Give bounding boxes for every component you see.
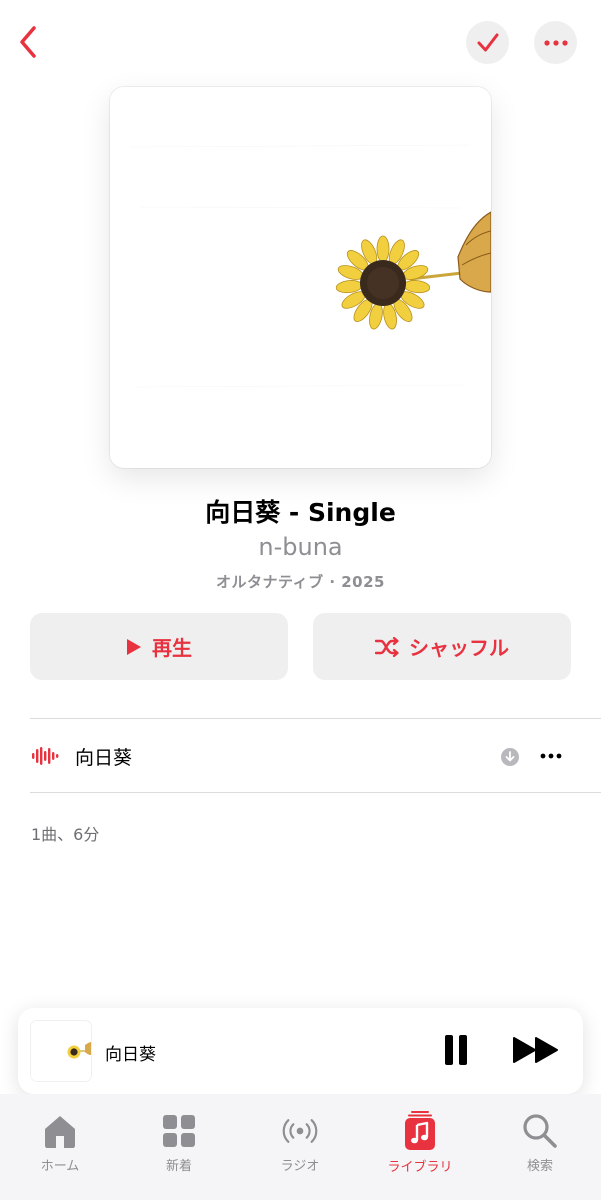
mini-player-artwork [31, 1021, 91, 1081]
album-meta: オルタナティブ · 2025 [216, 573, 385, 591]
tab-new[interactable]: 新着 [124, 1112, 234, 1174]
tab-library[interactable]: ライブラリ [365, 1111, 475, 1175]
sunflower-artwork-image [110, 87, 491, 468]
shuffle-button[interactable]: シャッフル [313, 613, 571, 680]
track-summary: 1曲、6分 [31, 825, 100, 844]
tab-search[interactable]: 検索 [485, 1112, 595, 1174]
sunflower-artwork-thumbnail [31, 1021, 91, 1081]
grid-icon [163, 1114, 195, 1147]
shuffle-icon [375, 636, 399, 657]
artist-name[interactable]: n-buna [0, 533, 601, 561]
play-icon [127, 638, 141, 655]
shuffle-button-label: シャッフル [409, 636, 509, 660]
track-row[interactable]: 向日葵 [0, 719, 601, 792]
tab-label: 新着 [165, 1159, 192, 1174]
tab-home[interactable]: ホーム [5, 1112, 115, 1174]
play-button[interactable]: 再生 [30, 613, 288, 680]
play-button-label: 再生 [152, 636, 192, 660]
track-title: 向日葵 [75, 747, 133, 769]
pause-icon [445, 1035, 467, 1065]
pause-button[interactable] [438, 1032, 474, 1068]
next-track-button[interactable] [510, 1032, 562, 1068]
home-icon [45, 1115, 75, 1148]
track-more-button[interactable] [536, 743, 566, 769]
tab-label: ラジオ [280, 1159, 320, 1174]
download-icon[interactable] [500, 747, 520, 767]
library-icon [405, 1111, 435, 1150]
album-artwork [110, 87, 491, 468]
mini-player[interactable]: 向日葵 [18, 1008, 583, 1094]
ellipsis-icon [543, 39, 568, 46]
more-options-button[interactable] [534, 21, 577, 64]
mini-player-title: 向日葵 [105, 1045, 156, 1065]
chevron-left-icon [20, 26, 36, 58]
waveform-icon [32, 747, 59, 765]
tab-label: ライブラリ [387, 1160, 453, 1175]
radio-icon [282, 1118, 318, 1143]
tab-bar: ホーム 新着 ラジオ ライブラリ 検索 [0, 1094, 601, 1200]
tab-label: 検索 [526, 1159, 553, 1174]
checkmark-icon [477, 33, 498, 51]
added-to-library-button[interactable] [466, 21, 509, 64]
album-title: 向日葵 - Single [205, 498, 396, 527]
forward-icon [513, 1037, 558, 1063]
tab-radio[interactable]: ラジオ [245, 1112, 355, 1174]
ellipsis-icon [540, 753, 562, 759]
tab-label: ホーム [40, 1159, 80, 1174]
divider [30, 792, 601, 793]
search-icon [523, 1113, 557, 1148]
back-button[interactable] [8, 22, 48, 62]
